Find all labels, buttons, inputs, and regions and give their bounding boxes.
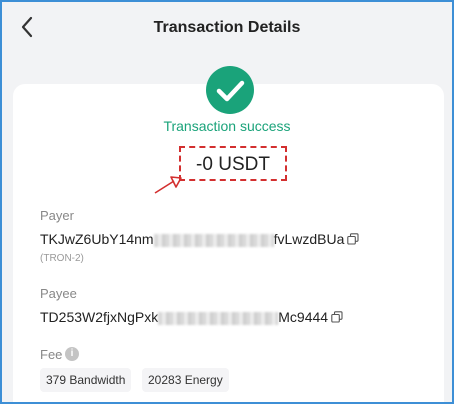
payee-address: TD253W2fjxNgPxk Mc9444 [40,309,343,326]
info-icon[interactable]: i [65,347,79,361]
app-frame: Transaction Details Transaction success … [0,0,454,404]
payee-label: Payee [40,286,77,301]
amount-highlight-box: -0 USDT [179,146,287,181]
payer-label: Payer [40,208,74,223]
copy-payer-button[interactable] [347,232,359,248]
payer-address-start: TKJwZ6UbY14nm [40,231,154,247]
check-circle-icon [206,66,254,114]
annotation-arrow-icon [154,176,182,194]
copy-payee-button[interactable] [331,310,343,326]
amount-value: -0 USDT [196,154,270,175]
fee-bandwidth-chip: 379 Bandwidth [40,368,132,392]
header: Transaction Details [2,2,452,54]
status-text: Transaction success [163,118,291,134]
page-title: Transaction Details [153,19,301,36]
fee-label: Fee [40,347,63,362]
fee-energy-chip: 20283 Energy [142,368,229,392]
payer-address-end: fvLwzdBUa [273,231,345,247]
payer-network: (TRON-2) [40,253,84,264]
redacted-text [158,311,279,325]
redacted-text [153,233,274,247]
payee-address-start: TD253W2fjxNgPxk [40,309,159,325]
payee-address-end: Mc9444 [278,309,329,325]
payer-address: TKJwZ6UbY14nm fvLwzdBUa [40,231,359,248]
copy-icon [347,233,359,245]
copy-icon [331,311,343,323]
